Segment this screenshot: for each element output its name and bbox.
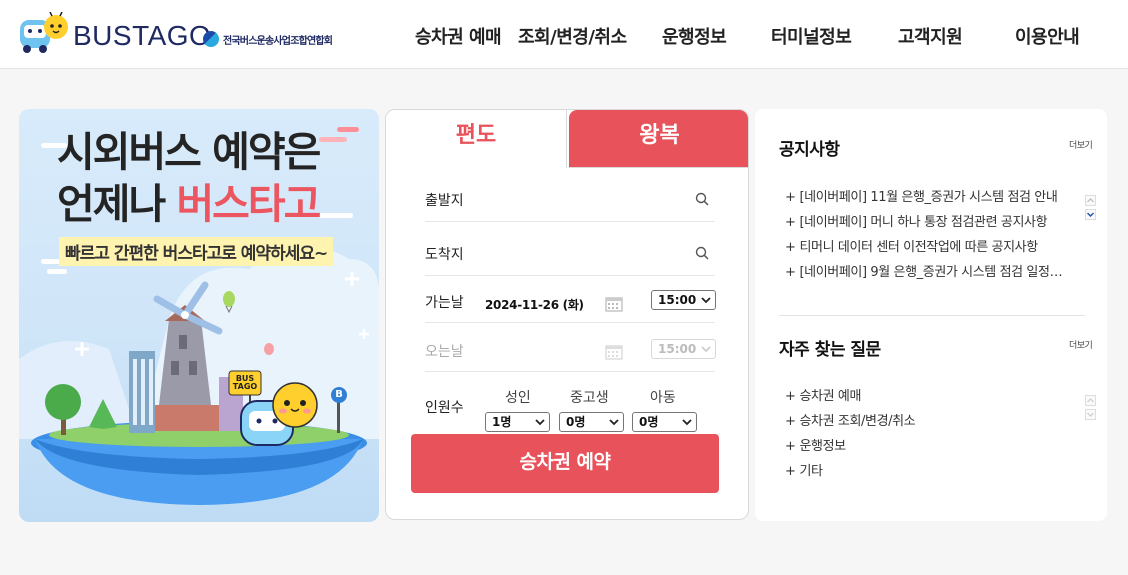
banner-headline-plain: 언제나 (57, 180, 177, 228)
notice-item-text: [네이버페이] 9월 은행_증권가 시스템 점검 일정 안내 (799, 265, 1066, 280)
notice-item[interactable]: + [네이버페이] 9월 은행_증권가 시스템 점검 일정 안내 (785, 261, 1065, 280)
plus-icon: + (785, 265, 796, 280)
adult-count-select[interactable]: 1명 (485, 412, 550, 432)
chevron-down-icon (701, 297, 711, 304)
adult-count-value: 1명 (492, 415, 512, 429)
go-date-label: 가는날 (425, 295, 464, 311)
booking-panel: 편도 왕복 출발지 도착지 가는날 2024-11-26 (화) 15:00 오… (385, 109, 749, 520)
return-time-value: 15:00 (658, 342, 697, 356)
faq-scroll-up-button[interactable] (1085, 395, 1096, 406)
chevron-down-icon (682, 419, 692, 426)
go-time-select[interactable]: 15:00 (651, 290, 716, 310)
notice-item-text: 티머니 데이터 센터 이전작업에 따른 공지사항 (799, 240, 1039, 255)
arrival-label: 도착지 (425, 247, 464, 263)
go-time-value: 15:00 (658, 293, 697, 307)
faq-item-text: 승차권 조회/변경/취소 (799, 414, 916, 429)
faq-item[interactable]: + 기타 (785, 460, 1065, 479)
go-date-value[interactable]: 2024-11-26 (화) (485, 296, 584, 313)
arrival-field[interactable]: 도착지 (425, 234, 715, 276)
departure-label: 출발지 (425, 193, 464, 209)
calendar-icon[interactable] (605, 296, 623, 312)
bus-mascot-icon (20, 12, 68, 53)
faq-scroll-down-button[interactable] (1085, 409, 1096, 420)
tab-one-way[interactable]: 편도 (386, 110, 566, 168)
return-date-row: 오는날 15:00 (425, 329, 716, 372)
banner-headline-highlight: 버스타고 (176, 180, 321, 228)
chevron-down-icon (609, 419, 619, 426)
chevron-down-icon (701, 346, 711, 353)
plus-icon: + (785, 464, 796, 479)
return-date-label: 오는날 (425, 344, 464, 360)
notice-more-link[interactable]: 더보기 (1069, 138, 1093, 151)
search-icon[interactable] (695, 192, 709, 206)
notice-item[interactable]: + 티머니 데이터 센터 이전작업에 따른 공지사항 (785, 236, 1065, 255)
notice-item-text: [네이버페이] 11월 은행_증권가 시스템 점검 안내 (799, 190, 1058, 205)
faq-item-text: 운행정보 (799, 439, 847, 454)
association-emblem-icon (203, 31, 219, 47)
child-count-select[interactable]: 0명 (632, 412, 697, 432)
chevron-down-icon (1087, 212, 1094, 217)
nav-route-info[interactable]: 운행정보 (662, 23, 727, 49)
book-ticket-button[interactable]: 승차권 예약 (411, 434, 719, 493)
tab-divider (566, 110, 567, 168)
passengers-label: 인원수 (425, 400, 464, 416)
child-count-value: 0명 (639, 415, 659, 429)
departure-field[interactable]: 출발지 (425, 180, 715, 222)
banner-headline-line2: 언제나 버스타고 (57, 179, 321, 229)
faq-more-link[interactable]: 더보기 (1069, 338, 1093, 351)
nav-ticket-booking[interactable]: 승차권 예매 (415, 23, 502, 49)
notice-title: 공지사항 (779, 140, 840, 160)
info-panel: 공지사항 더보기 + [네이버페이] 11월 은행_증권가 시스템 점검 안내 +… (755, 109, 1107, 521)
notice-item-text: [네이버페이] 머니 하나 통장 점검관련 공지사항 (799, 215, 1048, 230)
logo-text: BUSTAGO (73, 20, 212, 51)
bus-tago-sign: BUS TAGO (230, 375, 260, 391)
plus-icon: + (785, 389, 796, 404)
passenger-type-child: 아동 (650, 390, 676, 406)
plus-icon: + (785, 190, 796, 205)
notice-item[interactable]: + [네이버페이] 머니 하나 통장 점검관련 공지사항 (785, 211, 1065, 230)
passenger-type-adult: 성인 (505, 390, 531, 406)
banner-subtitle: 빠르고 간편한 버스타고로 예약하세요~ (59, 237, 334, 266)
go-date-row: 가는날 2024-11-26 (화) 15:00 (425, 280, 716, 323)
plus-icon: + (785, 240, 796, 255)
notice-item[interactable]: + [네이버페이] 11월 은행_증권가 시스템 점검 안내 (785, 186, 1065, 205)
faq-item[interactable]: + 승차권 예매 (785, 385, 1065, 404)
chevron-down-icon (1087, 412, 1094, 417)
chevron-down-icon (535, 419, 545, 426)
plus-icon: + (785, 414, 796, 429)
association-name: 전국버스운송사업조합연합회 (223, 36, 333, 47)
section-divider (779, 315, 1085, 316)
banner-headline-line1: 시외버스 예약은 (57, 128, 321, 176)
sign-line2: TAGO (232, 382, 258, 391)
bustago-logo[interactable]: BUSTAGO (18, 10, 211, 58)
passenger-type-student: 중고생 (570, 390, 609, 406)
promo-banner[interactable]: 시외버스 예약은 언제나 버스타고 빠르고 간편한 버스타고로 예약하세요~ B… (19, 109, 379, 522)
faq-item-text: 기타 (799, 464, 824, 479)
nav-usage-guide[interactable]: 이용안내 (1015, 23, 1080, 49)
plus-icon: + (785, 215, 796, 230)
calendar-icon (605, 345, 623, 360)
search-icon[interactable] (695, 246, 709, 260)
notice-scroll-up-button[interactable] (1085, 195, 1096, 206)
tab-round-trip[interactable]: 왕복 (569, 110, 748, 168)
chevron-up-icon (1087, 198, 1094, 203)
faq-item[interactable]: + 승차권 조회/변경/취소 (785, 410, 1065, 429)
notice-scroll-down-button[interactable] (1085, 209, 1096, 220)
student-count-value: 0명 (566, 415, 586, 429)
bus-stop-letter: B (335, 389, 343, 400)
faq-title: 자주 찾는 질문 (779, 340, 881, 360)
nav-lookup-change-cancel[interactable]: 조회/변경/취소 (518, 23, 627, 49)
site-header: BUSTAGO 전국버스운송사업조합연합회 승차권 예매 조회/변경/취소 운행… (0, 0, 1128, 69)
faq-item[interactable]: + 운행정보 (785, 435, 1065, 454)
chevron-up-icon (1087, 398, 1094, 403)
nav-terminal-info[interactable]: 터미널정보 (771, 23, 852, 49)
plus-icon: + (785, 439, 796, 454)
faq-item-text: 승차권 예매 (799, 389, 862, 404)
student-count-select[interactable]: 0명 (559, 412, 624, 432)
nav-customer-support[interactable]: 고객지원 (898, 23, 963, 49)
return-time-select: 15:00 (651, 339, 716, 359)
